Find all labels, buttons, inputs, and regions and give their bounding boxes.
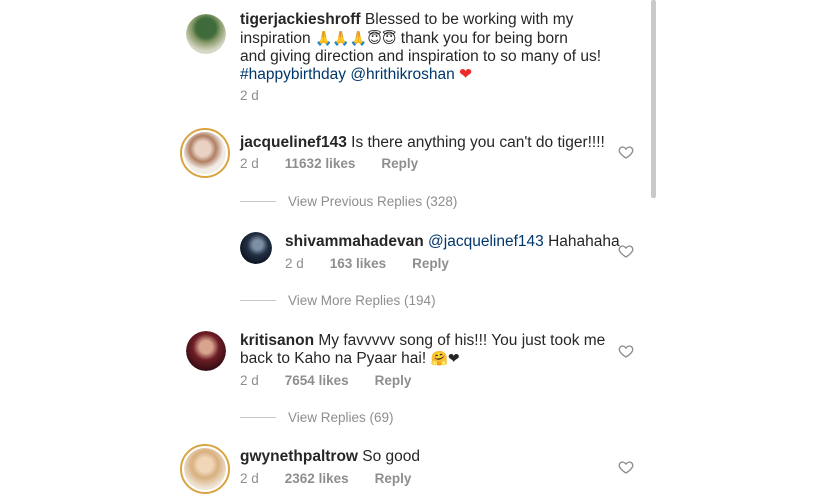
reply-shivammahadevan: shivammahadevan @jacquelinef143 Hahahaha (285, 233, 620, 250)
mention-link[interactable]: @hrithikroshan (350, 66, 454, 83)
divider-dash (240, 201, 276, 202)
avatar-shivammahadevan[interactable] (240, 232, 272, 264)
heart-outline-icon[interactable] (618, 459, 634, 475)
comment-jacquelinef143: jacquelinef143 Is there anything you can… (240, 134, 605, 151)
red-heart-emoji: ❤ (459, 66, 473, 83)
comment-meta-1: 2 d 11632 likes Reply (240, 156, 418, 171)
comment-time: 2 d (240, 373, 259, 388)
caption-time: 2 d (240, 88, 259, 103)
caption-username[interactable]: tigerjackieshroff (240, 11, 361, 28)
caption-line-1: tigerjackieshroff Blessed to be working … (240, 11, 574, 28)
hashtag-link[interactable]: #happybirthday (240, 66, 346, 83)
likes-count[interactable]: 2362 likes (285, 471, 349, 486)
comment-meta-3: 2 d 2362 likes Reply (240, 471, 411, 486)
caption-line-4: #happybirthday @hrithikroshan ❤ (240, 64, 472, 85)
heart-outline-icon[interactable] (618, 343, 634, 359)
scrollbar[interactable] (651, 0, 656, 198)
emoji-group: 🙏🙏🙏😇😇 (314, 30, 397, 46)
reply-button[interactable]: Reply (375, 471, 412, 486)
avatar-gwynethpaltrow[interactable] (180, 444, 230, 494)
mention-link[interactable]: @jacquelinef143 (428, 233, 544, 250)
heart-outline-icon[interactable] (618, 243, 634, 259)
divider-dash (240, 417, 276, 418)
reply-time: 2 d (285, 256, 304, 271)
divider-dash (240, 300, 276, 301)
comment-kritisanon-line-2: back to Kaho na Pyaar hai! 🤗❤ (240, 350, 460, 367)
reply-button[interactable]: Reply (412, 256, 449, 271)
view-replies[interactable]: View Replies (69) (240, 410, 394, 425)
view-more-replies[interactable]: View More Replies (194) (240, 293, 436, 308)
avatar-jacquelinef143[interactable] (180, 128, 230, 178)
likes-count[interactable]: 7654 likes (285, 373, 349, 388)
comment-time: 2 d (240, 156, 259, 171)
reply-meta-1: 2 d 163 likes Reply (285, 256, 449, 271)
avatar-kritisanon[interactable] (186, 331, 226, 371)
reply-button[interactable]: Reply (375, 373, 412, 388)
comment-time: 2 d (240, 471, 259, 486)
avatar-tigerjackieshroff[interactable] (186, 14, 226, 54)
likes-count[interactable]: 163 likes (330, 256, 386, 271)
caption-meta: 2 d (240, 88, 259, 103)
view-previous-replies[interactable]: View Previous Replies (328) (240, 194, 457, 209)
reply-button[interactable]: Reply (381, 156, 418, 171)
emoji-group: 🤗❤ (430, 350, 460, 366)
comment-meta-2: 2 d 7654 likes Reply (240, 373, 411, 388)
likes-count[interactable]: 11632 likes (285, 156, 356, 171)
comment-gwynethpaltrow: gwynethpaltrow So good (240, 448, 421, 465)
heart-outline-icon[interactable] (618, 144, 634, 160)
